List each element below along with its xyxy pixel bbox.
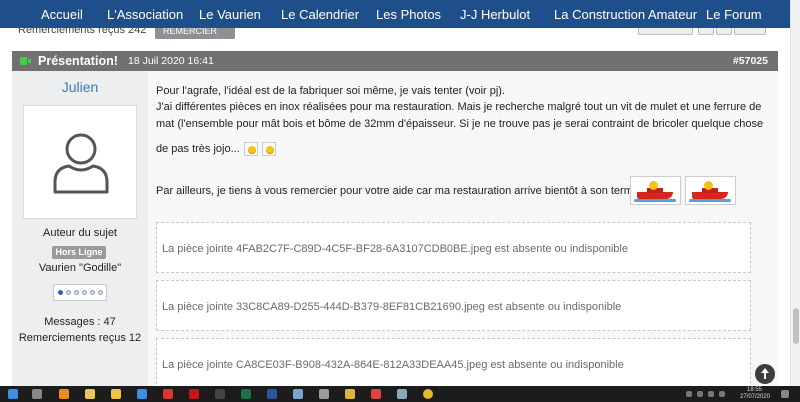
clock-time[interactable]: 18:55 <box>747 387 762 393</box>
nav-vaurien[interactable]: Le Vaurien <box>199 7 261 22</box>
post-title: Présentation! <box>38 54 118 68</box>
attachment-missing-text: La pièce jointe 4FAB2C7F-C89D-4C5F-BF28-… <box>162 243 628 255</box>
user-rank: Vaurien "Godille" <box>38 262 122 274</box>
clock-date[interactable]: 27/07/2020 <box>740 394 770 400</box>
post-text-fragment: de pas très jojo... <box>156 143 240 155</box>
app-icon[interactable] <box>293 389 303 399</box>
more-button[interactable] <box>734 28 766 35</box>
task-view-icon[interactable] <box>32 389 42 399</box>
tray-icon[interactable] <box>686 391 692 397</box>
boat-emoji-icon <box>630 176 681 205</box>
app-icon[interactable] <box>319 389 329 399</box>
volume-icon[interactable] <box>719 391 725 397</box>
rank-dot-icon <box>90 290 95 295</box>
author-role: Auteur du sujet <box>43 227 117 239</box>
smiley-icon <box>243 142 258 157</box>
post-text-line: mat (l'ensemble pour mât bois et bôme de… <box>156 118 764 130</box>
post-date: 18 Juil 2020 16:41 <box>128 55 214 67</box>
notification-icon[interactable] <box>781 390 789 398</box>
rank-dot-icon <box>74 290 79 295</box>
rank-dot-icon <box>98 290 103 295</box>
author-profile: Julien Auteur du sujet Hors Ligne Vaurie… <box>12 71 148 386</box>
app-icon[interactable] <box>215 389 225 399</box>
status-indicator-icon <box>20 57 27 65</box>
boat-emoji-icon <box>685 176 736 205</box>
app-icon[interactable] <box>397 389 407 399</box>
nav-photos[interactable]: Les Photos <box>376 7 441 22</box>
scroll-to-top-button[interactable] <box>755 364 775 384</box>
author-name[interactable]: Julien <box>12 79 148 95</box>
nav-accueil[interactable]: Accueil <box>41 7 83 22</box>
tray-icon[interactable] <box>708 391 714 397</box>
forum-page: Accueil L'Association Le Vaurien Le Cale… <box>0 0 800 402</box>
app-icon[interactable] <box>371 389 381 399</box>
rank-dot-icon <box>82 290 87 295</box>
user-placeholder-icon <box>53 133 109 194</box>
status-badge: Hors Ligne <box>52 246 106 259</box>
files-icon[interactable] <box>85 389 95 399</box>
smiley-icon <box>261 142 276 157</box>
start-windows-icon[interactable] <box>8 389 18 399</box>
chrome-icon[interactable] <box>423 389 433 399</box>
message-count: Messages : 47 <box>44 316 116 328</box>
page-scrollbar[interactable] <box>790 0 800 386</box>
nav-construction[interactable]: La Construction Amateur <box>554 7 697 22</box>
post-text-line: Par ailleurs, je tiens à vous remercier … <box>156 185 649 197</box>
previous-thanks-count: Remerciements reçus 242 <box>18 28 147 36</box>
rank-dot-icon <box>66 290 71 295</box>
quote-button[interactable] <box>698 28 714 35</box>
attachment-placeholder: La pièce jointe CA8CE03F-B908-432A-864E-… <box>156 338 751 389</box>
rank-dots <box>53 284 107 301</box>
main-nav: Accueil L'Association Le Vaurien Le Cale… <box>0 0 790 28</box>
thanks-count: Remerciements reçus 12 <box>18 332 142 344</box>
edit-button[interactable] <box>716 28 732 35</box>
nav-forum[interactable]: Le Forum <box>706 7 762 22</box>
nav-herbulot[interactable]: J-J Herbulot <box>460 7 530 22</box>
nav-calendrier[interactable]: Le Calendrier <box>281 7 359 22</box>
app-icon[interactable] <box>345 389 355 399</box>
attachment-placeholder: La pièce jointe 33C8CA89-D255-444D-B379-… <box>156 280 751 331</box>
nav-association[interactable]: L'Association <box>107 7 183 22</box>
attachment-missing-text: La pièce jointe 33C8CA89-D255-444D-B379-… <box>162 301 622 313</box>
netflix-icon[interactable] <box>189 389 199 399</box>
reply-button[interactable] <box>638 28 693 35</box>
previous-post-footer: Remerciements reçus 242 REMERCIER <box>0 28 790 44</box>
post-text-line: Pour l'agrafe, l'idéal est de la fabriqu… <box>156 85 506 97</box>
acrobat-icon[interactable] <box>163 389 173 399</box>
rank-dot-icon <box>58 290 63 295</box>
word-icon[interactable] <box>267 389 277 399</box>
status-indicator-tail <box>28 59 31 63</box>
post-body: Pour l'agrafe, l'idéal est de la fabriqu… <box>148 71 778 389</box>
post-permalink[interactable]: #57025 <box>733 55 768 67</box>
post-text-line: de pas très jojo... <box>156 141 276 157</box>
avatar[interactable] <box>23 105 137 219</box>
attachment-placeholder: La pièce jointe 4FAB2C7F-C89D-4C5F-BF28-… <box>156 222 751 273</box>
explorer-icon[interactable] <box>111 389 121 399</box>
post-header: Présentation! 18 Juil 2020 16:41 #57025 <box>12 51 778 71</box>
scrollbar-thumb[interactable] <box>793 308 799 344</box>
thank-button[interactable]: REMERCIER <box>155 28 235 39</box>
vlc-icon[interactable] <box>59 389 69 399</box>
post-text-line: J'ai différentes pièces en inox réalisée… <box>156 101 762 113</box>
os-taskbar: 18:55 27/07/2020 <box>0 386 800 402</box>
tray-icon[interactable] <box>697 391 703 397</box>
attachment-missing-text: La pièce jointe CA8CE03F-B908-432A-864E-… <box>162 359 624 371</box>
dropbox-icon[interactable] <box>137 389 147 399</box>
excel-icon[interactable] <box>241 389 251 399</box>
